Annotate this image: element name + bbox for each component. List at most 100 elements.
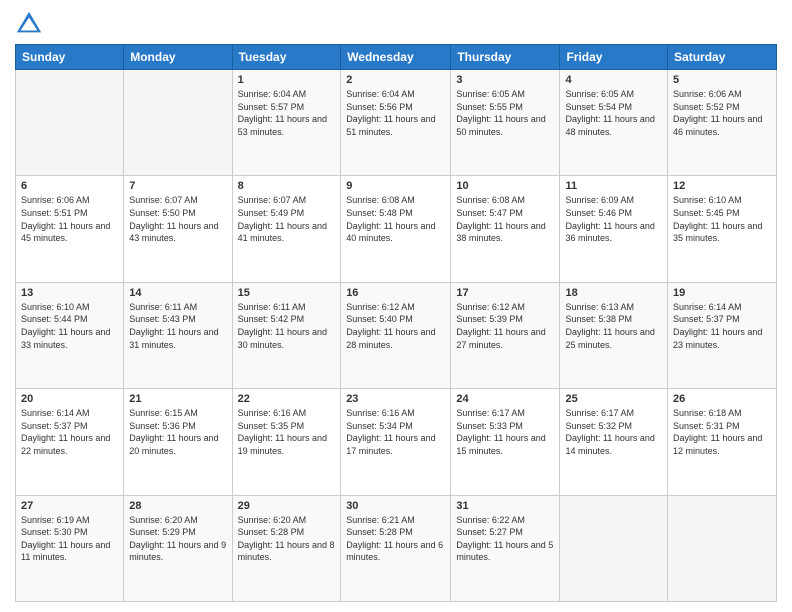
logo-icon [15,10,43,38]
calendar-cell [560,495,668,601]
day-number: 25 [565,393,662,405]
calendar-cell: 28 Sunrise: 6:20 AMSunset: 5:29 PMDayligh… [124,495,232,601]
day-number: 23 [346,393,445,405]
calendar-cell: 27 Sunrise: 6:19 AMSunset: 5:30 PMDayligh… [16,495,124,601]
day-number: 14 [129,287,226,299]
day-number: 13 [21,287,118,299]
calendar-cell: 12 Sunrise: 6:10 AMSunset: 5:45 PMDayligh… [668,176,777,282]
day-info: Sunrise: 6:13 AMSunset: 5:38 PMDaylight:… [565,301,662,351]
week-row-4: 20 Sunrise: 6:14 AMSunset: 5:37 PMDayligh… [16,389,777,495]
day-info: Sunrise: 6:11 AMSunset: 5:43 PMDaylight:… [129,301,226,351]
day-number: 15 [238,287,336,299]
day-info: Sunrise: 6:08 AMSunset: 5:48 PMDaylight:… [346,194,445,244]
calendar-cell: 7 Sunrise: 6:07 AMSunset: 5:50 PMDaylight… [124,176,232,282]
calendar-cell: 25 Sunrise: 6:17 AMSunset: 5:32 PMDayligh… [560,389,668,495]
calendar-cell: 20 Sunrise: 6:14 AMSunset: 5:37 PMDayligh… [16,389,124,495]
calendar-cell: 13 Sunrise: 6:10 AMSunset: 5:44 PMDayligh… [16,282,124,388]
day-number: 5 [673,74,771,86]
day-number: 1 [238,74,336,86]
week-row-1: 1Sunrise: 6:04 AMSunset: 5:57 PMDaylight… [16,70,777,176]
day-number: 11 [565,180,662,192]
day-number: 3 [456,74,554,86]
calendar-cell: 10 Sunrise: 6:08 AMSunset: 5:47 PMDayligh… [451,176,560,282]
calendar-cell: 1Sunrise: 6:04 AMSunset: 5:57 PMDaylight… [232,70,341,176]
day-info: Sunrise: 6:17 AMSunset: 5:32 PMDaylight:… [565,407,662,457]
weekday-header-sunday: Sunday [16,45,124,70]
day-info: Sunrise: 6:18 AMSunset: 5:31 PMDaylight:… [673,407,771,457]
day-number: 20 [21,393,118,405]
calendar-cell: 2 Sunrise: 6:04 AMSunset: 5:56 PMDaylight… [341,70,451,176]
weekday-header-monday: Monday [124,45,232,70]
calendar-cell: 18 Sunrise: 6:13 AMSunset: 5:38 PMDayligh… [560,282,668,388]
day-number: 27 [21,500,118,512]
day-info: Sunrise: 6:06 AMSunset: 5:51 PMDaylight:… [21,194,118,244]
day-number: 18 [565,287,662,299]
day-info: Sunrise: 6:07 AMSunset: 5:50 PMDaylight:… [129,194,226,244]
day-number: 10 [456,180,554,192]
calendar-cell: 8 Sunrise: 6:07 AMSunset: 5:49 PMDaylight… [232,176,341,282]
day-number: 19 [673,287,771,299]
calendar-cell: 15 Sunrise: 6:11 AMSunset: 5:42 PMDayligh… [232,282,341,388]
calendar-cell [16,70,124,176]
day-number: 17 [456,287,554,299]
weekday-header-tuesday: Tuesday [232,45,341,70]
day-number: 8 [238,180,336,192]
week-row-5: 27 Sunrise: 6:19 AMSunset: 5:30 PMDayligh… [16,495,777,601]
day-info: Sunrise: 6:20 AMSunset: 5:28 PMDaylight:… [238,514,336,564]
day-number: 4 [565,74,662,86]
calendar-cell: 6 Sunrise: 6:06 AMSunset: 5:51 PMDaylight… [16,176,124,282]
day-number: 31 [456,500,554,512]
day-number: 29 [238,500,336,512]
week-row-2: 6 Sunrise: 6:06 AMSunset: 5:51 PMDaylight… [16,176,777,282]
weekday-header-thursday: Thursday [451,45,560,70]
weekday-header-friday: Friday [560,45,668,70]
day-info: Sunrise: 6:16 AMSunset: 5:34 PMDaylight:… [346,407,445,457]
day-info: Sunrise: 6:09 AMSunset: 5:46 PMDaylight:… [565,194,662,244]
calendar-cell: 24Sunrise: 6:17 AMSunset: 5:33 PMDayligh… [451,389,560,495]
calendar-cell: 16Sunrise: 6:12 AMSunset: 5:40 PMDayligh… [341,282,451,388]
day-info: Sunrise: 6:08 AMSunset: 5:47 PMDaylight:… [456,194,554,244]
day-number: 24 [456,393,554,405]
day-info: Sunrise: 6:15 AMSunset: 5:36 PMDaylight:… [129,407,226,457]
calendar-cell: 19 Sunrise: 6:14 AMSunset: 5:37 PMDayligh… [668,282,777,388]
day-number: 12 [673,180,771,192]
day-info: Sunrise: 6:19 AMSunset: 5:30 PMDaylight:… [21,514,118,564]
calendar-cell: 17 Sunrise: 6:12 AMSunset: 5:39 PMDayligh… [451,282,560,388]
calendar-cell: 14 Sunrise: 6:11 AMSunset: 5:43 PMDayligh… [124,282,232,388]
day-info: Sunrise: 6:21 AMSunset: 5:28 PMDaylight:… [346,514,445,564]
day-info: Sunrise: 6:12 AMSunset: 5:39 PMDaylight:… [456,301,554,351]
day-number: 28 [129,500,226,512]
day-info: Sunrise: 6:05 AMSunset: 5:55 PMDaylight:… [456,88,554,138]
header [15,10,777,38]
day-number: 9 [346,180,445,192]
calendar-cell [668,495,777,601]
logo [15,10,47,38]
day-info: Sunrise: 6:07 AMSunset: 5:49 PMDaylight:… [238,194,336,244]
calendar-cell: 21Sunrise: 6:15 AMSunset: 5:36 PMDayligh… [124,389,232,495]
day-number: 2 [346,74,445,86]
day-info: Sunrise: 6:16 AMSunset: 5:35 PMDaylight:… [238,407,336,457]
day-info: Sunrise: 6:14 AMSunset: 5:37 PMDaylight:… [673,301,771,351]
day-info: Sunrise: 6:11 AMSunset: 5:42 PMDaylight:… [238,301,336,351]
calendar-cell: 4 Sunrise: 6:05 AMSunset: 5:54 PMDaylight… [560,70,668,176]
calendar-cell: 5Sunrise: 6:06 AMSunset: 5:52 PMDaylight… [668,70,777,176]
day-info: Sunrise: 6:10 AMSunset: 5:44 PMDaylight:… [21,301,118,351]
calendar-cell: 9 Sunrise: 6:08 AMSunset: 5:48 PMDaylight… [341,176,451,282]
calendar-cell [124,70,232,176]
weekday-header-wednesday: Wednesday [341,45,451,70]
calendar-cell: 3 Sunrise: 6:05 AMSunset: 5:55 PMDaylight… [451,70,560,176]
weekday-header-saturday: Saturday [668,45,777,70]
day-number: 7 [129,180,226,192]
day-info: Sunrise: 6:20 AMSunset: 5:29 PMDaylight:… [129,514,226,564]
calendar-cell: 23 Sunrise: 6:16 AMSunset: 5:34 PMDayligh… [341,389,451,495]
day-info: Sunrise: 6:04 AMSunset: 5:56 PMDaylight:… [346,88,445,138]
day-info: Sunrise: 6:05 AMSunset: 5:54 PMDaylight:… [565,88,662,138]
day-info: Sunrise: 6:10 AMSunset: 5:45 PMDaylight:… [673,194,771,244]
week-row-3: 13 Sunrise: 6:10 AMSunset: 5:44 PMDayligh… [16,282,777,388]
day-number: 22 [238,393,336,405]
calendar-cell: 30Sunrise: 6:21 AMSunset: 5:28 PMDayligh… [341,495,451,601]
day-number: 6 [21,180,118,192]
calendar-table: SundayMondayTuesdayWednesdayThursdayFrid… [15,44,777,602]
day-info: Sunrise: 6:14 AMSunset: 5:37 PMDaylight:… [21,407,118,457]
day-info: Sunrise: 6:22 AMSunset: 5:27 PMDaylight:… [456,514,554,564]
